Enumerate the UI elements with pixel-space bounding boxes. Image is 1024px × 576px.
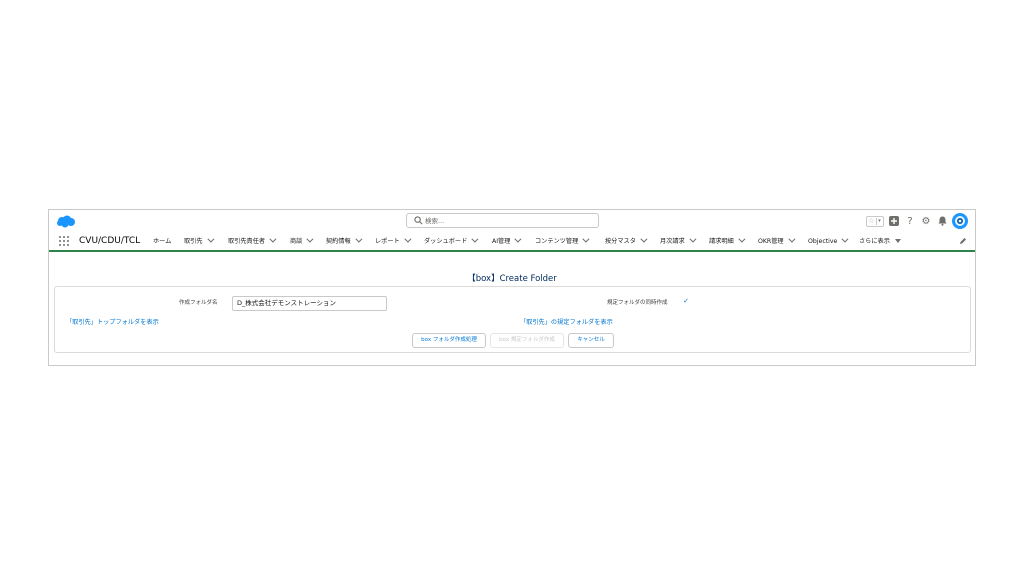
chevron-down-icon[interactable]	[306, 235, 314, 243]
nav-item-billing-details[interactable]: 請求明細	[709, 235, 746, 248]
chevron-down-icon[interactable]	[206, 235, 215, 243]
edit-nav-pencil-icon[interactable]	[959, 237, 967, 245]
setup-gear-icon[interactable]: ⚙	[920, 215, 932, 227]
favorites-button[interactable]: ☆ ▾	[866, 215, 884, 227]
nav-item-contacts[interactable]: 取引先責任者	[228, 235, 277, 248]
search-placeholder: 検索...	[425, 217, 445, 225]
notifications-bell-icon[interactable]	[936, 215, 948, 227]
global-utilities: ☆ ▾ ? ⚙	[866, 212, 968, 230]
folder-name-input[interactable]: D_株式会社デモンストレーション	[232, 296, 387, 311]
nav-item-label: ホーム	[153, 238, 172, 245]
nav-item-opportunities[interactable]: 商談	[290, 235, 314, 248]
nav-item-label: AI管理	[492, 238, 511, 245]
chevron-down-icon[interactable]	[787, 235, 796, 243]
global-actions-add-icon[interactable]	[888, 215, 900, 227]
nav-item-label: 取引先	[184, 238, 203, 245]
create-folder-form: 作成フォルダ名 D_株式会社デモンストレーション 規定フォルダの同時作成 ✓ 「…	[54, 286, 971, 353]
favorites-dropdown-icon[interactable]: ▾	[876, 217, 882, 225]
sync-create-label: 規定フォルダの同時作成	[607, 300, 668, 306]
nav-item-home[interactable]: ホーム	[153, 235, 171, 248]
nav-item-reports[interactable]: レポート	[375, 235, 412, 248]
view-account-default-folder-link[interactable]: 「取引先」の規定フォルダを表示	[520, 317, 613, 326]
nav-item-more[interactable]: さらに表示	[859, 235, 901, 248]
chevron-down-icon[interactable]	[738, 235, 746, 243]
nav-item-okr[interactable]: OKR管理	[758, 235, 796, 248]
app-name: CVU/CDU/TCL	[79, 236, 141, 246]
chevron-down-icon[interactable]	[404, 235, 412, 243]
chevron-down-icon[interactable]	[355, 235, 363, 243]
chevron-down-icon[interactable]	[471, 235, 479, 243]
nav-item-allocation-master[interactable]: 按分マスタ	[605, 235, 648, 248]
nav-item-label: 契約情報	[326, 238, 351, 245]
nav-item-label: さらに表示	[859, 238, 890, 245]
create-default-folder-button[interactable]: box 規定フォルダ作成	[490, 333, 564, 348]
chevron-down-icon[interactable]	[582, 235, 590, 243]
nav-item-ai[interactable]: AI管理	[492, 235, 522, 248]
chevron-down-icon[interactable]	[689, 235, 697, 243]
salesforce-window: 検索... ☆ ▾ ? ⚙ CVU/CDU/TCL ホーム 取引先 取引先責任者…	[48, 209, 976, 366]
app-navigation-bar: CVU/CDU/TCL ホーム 取引先 取引先責任者 商談 契約情報 レポート …	[49, 232, 975, 252]
global-search-input[interactable]: 検索...	[406, 213, 599, 228]
view-account-top-folder-link[interactable]: 「取引先」トップフォルダを表示	[66, 317, 159, 326]
nav-item-label: 請求明細	[709, 238, 734, 245]
nav-item-dashboards[interactable]: ダッシュボード	[424, 235, 479, 248]
folder-name-label: 作成フォルダ名	[179, 300, 218, 306]
nav-item-label: レポート	[375, 238, 400, 245]
chevron-down-icon[interactable]	[841, 235, 849, 243]
app-launcher-icon[interactable]	[59, 236, 69, 246]
caret-down-icon	[894, 239, 901, 243]
nav-item-label: 取引先責任者	[228, 238, 266, 245]
user-avatar[interactable]	[952, 213, 968, 229]
nav-item-objective[interactable]: Objective	[808, 235, 849, 248]
page-title: 【box】Create Folder	[467, 274, 557, 284]
nav-item-label: Objective	[808, 238, 838, 245]
star-icon: ☆	[868, 217, 875, 225]
nav-item-contracts[interactable]: 契約情報	[326, 235, 363, 248]
salesforce-logo-icon[interactable]	[56, 215, 76, 228]
chevron-down-icon[interactable]	[640, 235, 648, 243]
nav-item-label: コンテンツ管理	[535, 238, 579, 245]
nav-item-label: OKR管理	[758, 238, 784, 245]
search-icon	[414, 216, 423, 225]
cancel-button[interactable]: キャンセル	[568, 333, 614, 348]
chevron-down-icon[interactable]	[269, 235, 277, 243]
global-header: 検索... ☆ ▾ ? ⚙	[49, 210, 975, 232]
create-box-folder-button[interactable]: box フォルダ作成処理	[412, 333, 486, 348]
nav-item-label: 按分マスタ	[605, 238, 636, 245]
nav-item-content[interactable]: コンテンツ管理	[535, 235, 590, 248]
nav-item-label: 月次請求	[660, 238, 685, 245]
help-icon[interactable]: ?	[904, 215, 916, 227]
nav-item-label: ダッシュボード	[424, 238, 468, 245]
chevron-down-icon[interactable]	[514, 235, 522, 243]
nav-item-accounts[interactable]: 取引先	[184, 235, 215, 248]
sync-create-checkbox[interactable]: ✓	[682, 297, 690, 305]
nav-item-monthly-billing[interactable]: 月次請求	[660, 235, 697, 248]
nav-item-label: 商談	[290, 238, 303, 245]
